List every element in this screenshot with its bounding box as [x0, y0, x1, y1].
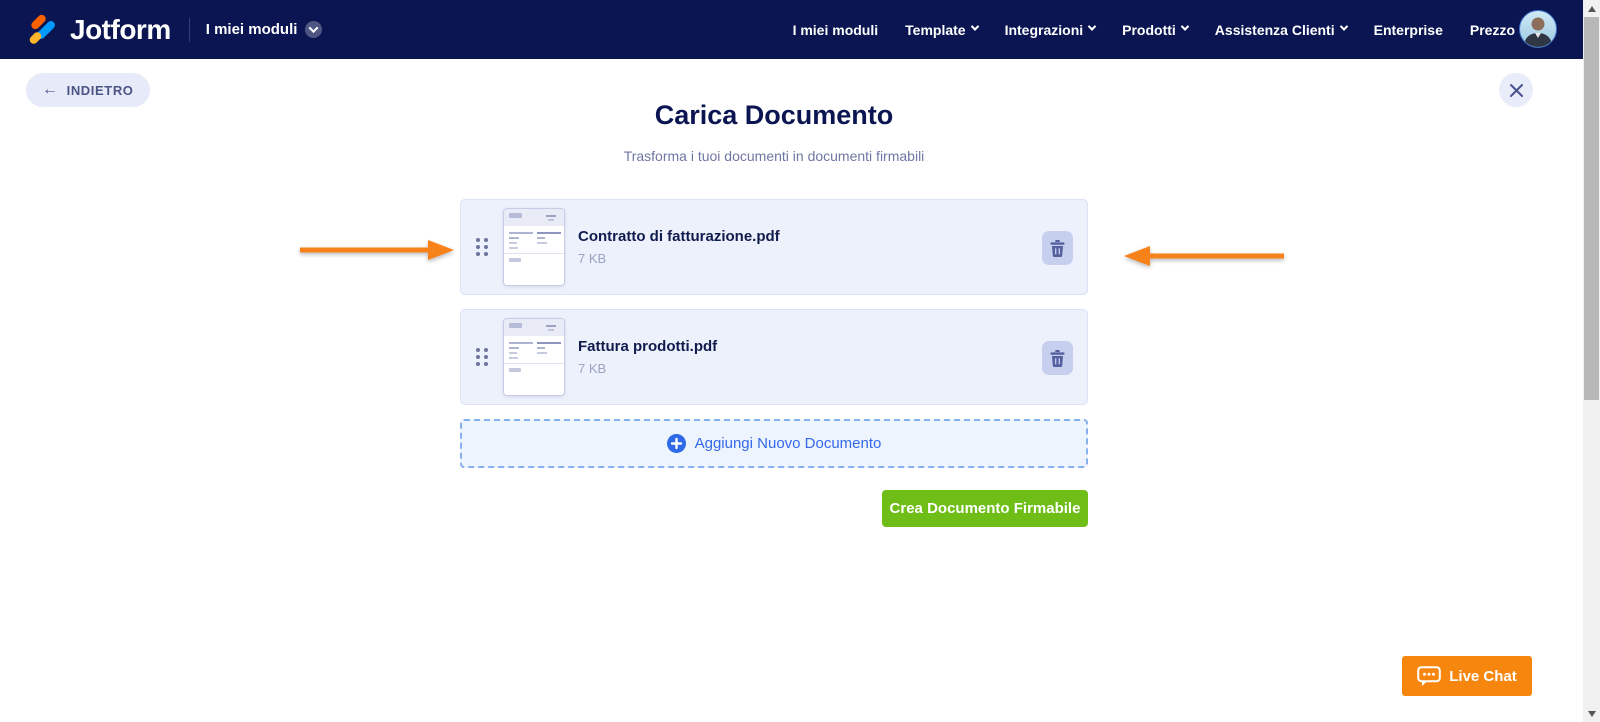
jotform-logo-icon — [24, 12, 60, 48]
back-button-label: INDIETRO — [66, 82, 134, 98]
document-thumbnail — [503, 318, 565, 396]
file-card[interactable]: Fattura prodotti.pdf 7 KB — [460, 309, 1088, 405]
nav-link-pricing[interactable]: Prezzo — [1470, 22, 1515, 38]
user-avatar[interactable] — [1519, 10, 1557, 48]
back-button[interactable]: ← INDIETRO — [26, 73, 150, 107]
file-name: Contratto di fatturazione.pdf — [578, 228, 780, 245]
document-thumbnail — [503, 208, 565, 286]
file-name: Fattura prodotti.pdf — [578, 338, 718, 355]
delete-file-button[interactable] — [1042, 231, 1073, 265]
chevron-down-icon — [1180, 22, 1190, 31]
file-meta: Fattura prodotti.pdf 7 KB — [578, 338, 717, 376]
create-signable-document-button[interactable]: Crea Documento Firmabile — [882, 490, 1088, 527]
nav-link-products[interactable]: Prodotti — [1122, 22, 1190, 38]
jotform-logo[interactable]: Jotform — [24, 12, 171, 48]
plus-icon — [666, 434, 686, 453]
nav-link-my-forms[interactable]: I miei moduli — [793, 22, 879, 38]
annotation-arrow-right-icon — [300, 240, 454, 260]
live-chat-button[interactable]: Live Chat — [1402, 656, 1532, 696]
arrow-left-icon: ← — [42, 81, 59, 98]
avatar-photo — [1524, 17, 1552, 47]
navbar-links: I miei moduli Template Integrazioni Prod… — [793, 0, 1515, 59]
scrollbar-thumb[interactable] — [1584, 17, 1599, 400]
trash-icon — [1050, 349, 1065, 367]
file-size: 7 KB — [578, 251, 607, 266]
top-navbar: Jotform I miei moduli I miei moduli Temp… — [0, 0, 1583, 59]
chat-bubble-icon — [1417, 665, 1442, 686]
scroll-up-button[interactable] — [1583, 0, 1600, 17]
page-title: Carica Documento — [654, 100, 894, 130]
live-chat-label: Live Chat — [1449, 667, 1517, 685]
nav-link-templates[interactable]: Template — [905, 22, 979, 38]
chevron-down-icon — [305, 21, 323, 38]
nav-link-integrations[interactable]: Integrazioni — [1005, 22, 1097, 38]
drag-handle-icon[interactable] — [476, 238, 488, 256]
chevron-down-icon — [1087, 22, 1097, 31]
triangle-up-icon — [1587, 5, 1596, 12]
file-size: 7 KB — [578, 361, 607, 376]
trash-icon — [1050, 239, 1065, 257]
workspace-switcher[interactable]: I miei moduli — [206, 21, 323, 38]
close-button[interactable] — [1499, 73, 1533, 107]
scroll-down-button[interactable] — [1583, 705, 1600, 722]
annotation-arrow-left-icon — [1124, 246, 1284, 266]
drag-handle-icon[interactable] — [476, 348, 488, 366]
triangle-down-icon — [1587, 710, 1596, 717]
delete-file-button[interactable] — [1042, 341, 1073, 375]
brand-name: Jotform — [70, 13, 171, 45]
file-meta: Contratto di fatturazione.pdf 7 KB — [578, 228, 780, 266]
workspace-label: I miei moduli — [205, 21, 298, 38]
page-subtitle: Trasforma i tuoi documenti in documenti … — [623, 148, 925, 164]
nav-link-support[interactable]: Assistenza Clienti — [1215, 22, 1348, 38]
chevron-down-icon — [970, 22, 979, 31]
chevron-down-icon — [1339, 22, 1348, 31]
vertical-scrollbar[interactable] — [1583, 0, 1600, 722]
nav-link-enterprise[interactable]: Enterprise — [1374, 22, 1443, 38]
add-new-document-label: Aggiungi Nuovo Documento — [694, 435, 882, 452]
file-card[interactable]: Contratto di fatturazione.pdf 7 KB — [460, 199, 1088, 295]
navbar-divider — [188, 17, 190, 42]
add-new-document-button[interactable]: Aggiungi Nuovo Documento — [460, 419, 1088, 468]
close-icon — [1509, 83, 1523, 97]
